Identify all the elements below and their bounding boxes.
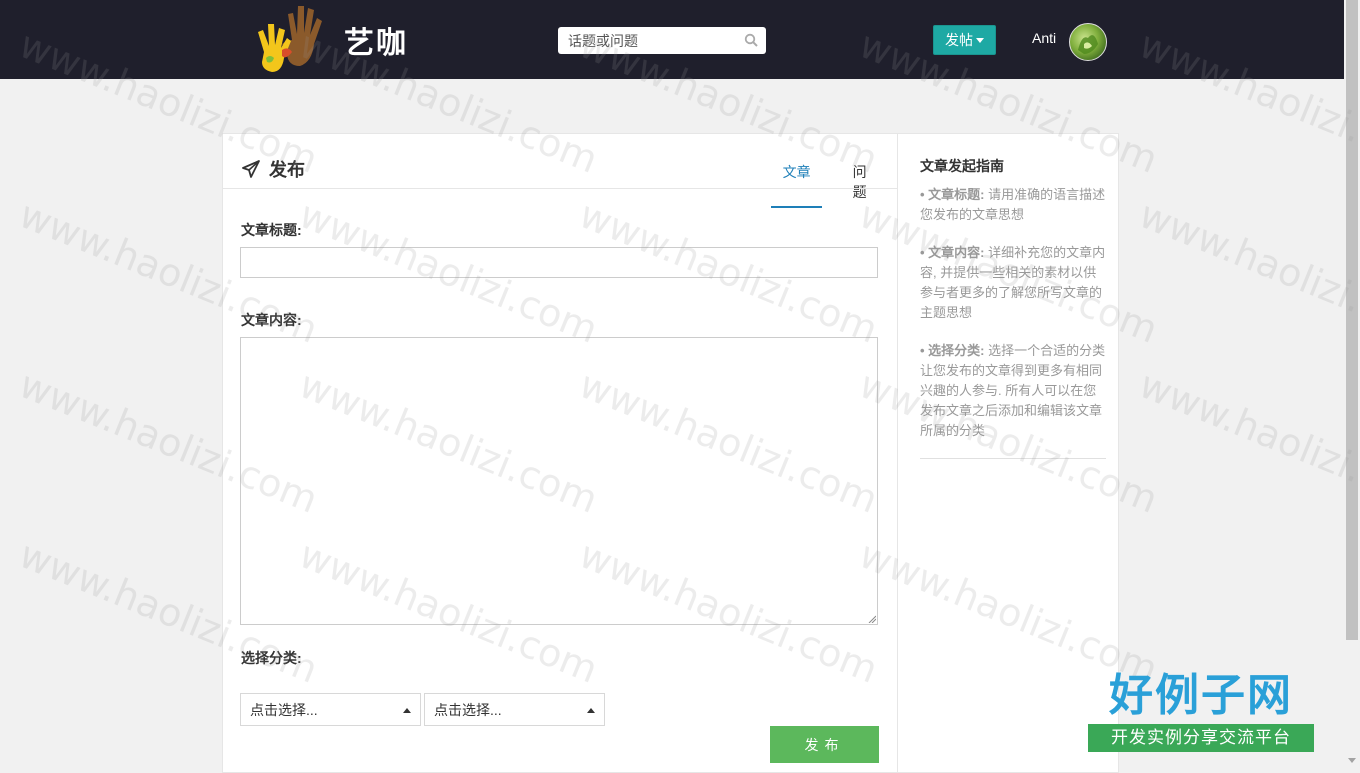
username[interactable]: Anti [1032, 30, 1056, 46]
publish-form: 发布 文章 问题 文章标题: 文章内容: 选择分类: 点击选择... 点击选择.… [223, 134, 897, 772]
publish-card: 发布 文章 问题 文章标题: 文章内容: 选择分类: 点击选择... 点击选择.… [222, 133, 1119, 773]
publish-type-tabs: 文章 问题 [771, 162, 897, 208]
brand-name: 好例子网 [1109, 670, 1293, 721]
publish-heading: 发布 [241, 156, 305, 182]
brand-tagline: 开发实例分享交流平台 [1088, 724, 1314, 752]
category-select-secondary[interactable]: 点击选择... [424, 693, 605, 726]
post-button-label: 发帖 [945, 32, 973, 48]
avatar[interactable] [1069, 23, 1107, 61]
guide-item-content: • 文章内容: 详细补充您的文章内容, 并提供一些相关的素材以供参与者更多的了解… [920, 243, 1106, 323]
brand-watermark: 好例子网 开发实例分享交流平台 [1088, 668, 1314, 760]
title-label: 文章标题: [241, 222, 302, 238]
watermark-text: www.haolizi.com [1133, 362, 1360, 522]
page-title: 发布 [269, 160, 305, 180]
scroll-down-icon[interactable] [1348, 758, 1356, 763]
resize-grip-icon[interactable] [868, 615, 876, 623]
top-header: 艺咖 发帖 Anti [0, 0, 1344, 79]
guide-item-head: • 选择分类: [920, 343, 985, 358]
submit-button[interactable]: 发布 [770, 726, 879, 763]
post-dropdown-button[interactable]: 发帖 [933, 25, 996, 55]
tab-article[interactable]: 文章 [771, 162, 823, 208]
logo-hands-icon [258, 6, 322, 72]
guide-item-title: • 文章标题: 请用准确的语言描述您发布的文章思想 [920, 185, 1106, 225]
title-input[interactable] [240, 247, 878, 278]
guide-sidebar: 文章发起指南 • 文章标题: 请用准确的语言描述您发布的文章思想 • 文章内容:… [897, 134, 1120, 772]
guide-item-head: • 文章标题: [920, 187, 985, 202]
category-label: 选择分类: [241, 650, 302, 666]
watermark-text: www.haolizi.com [1133, 192, 1360, 352]
avatar-image [1078, 35, 1098, 54]
page-scrollbar[interactable] [1344, 0, 1360, 767]
guide-divider [920, 458, 1106, 459]
search-input[interactable] [566, 27, 740, 54]
select-value: 点击选择... [434, 701, 502, 718]
select-value: 点击选择... [250, 701, 318, 718]
paper-plane-icon [242, 160, 260, 178]
category-select-primary[interactable]: 点击选择... [240, 693, 421, 726]
scrollbar-thumb[interactable] [1346, 0, 1358, 640]
search-box[interactable] [558, 27, 766, 54]
caret-down-icon [976, 37, 984, 43]
tab-question[interactable]: 问题 [846, 162, 873, 208]
content-label: 文章内容: [241, 312, 302, 328]
guide-item-category: • 选择分类: 选择一个合适的分类让您发布的文章得到更多有相同兴趣的人参与. 所… [920, 341, 1106, 441]
guide-item-head: • 文章内容: [920, 245, 985, 260]
search-icon[interactable] [744, 33, 758, 47]
logo-text: 艺咖 [344, 26, 408, 61]
header-divider [223, 188, 897, 189]
content-textarea[interactable] [240, 337, 878, 625]
triangle-up-icon [403, 708, 411, 713]
guide-title: 文章发起指南 [920, 158, 1004, 174]
triangle-up-icon [587, 708, 595, 713]
